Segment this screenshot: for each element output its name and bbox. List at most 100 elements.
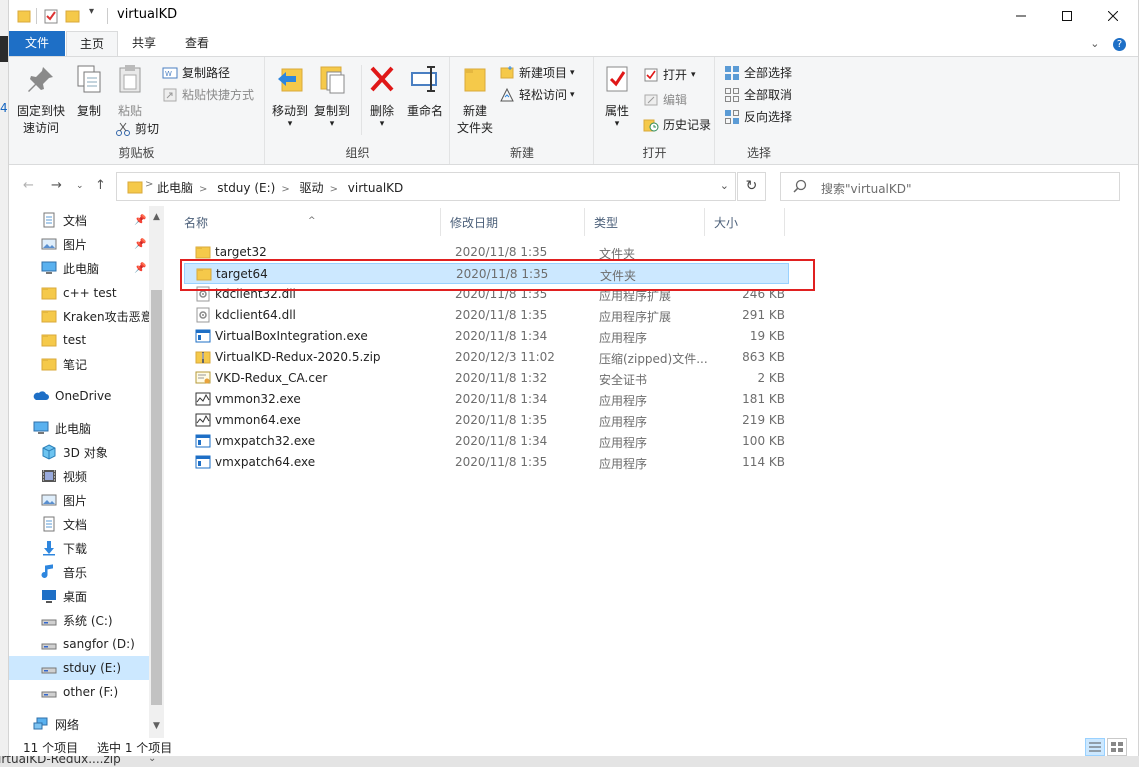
back-button[interactable]: ←	[23, 178, 34, 193]
address-dropdown-icon[interactable]: ⌄	[720, 179, 729, 192]
column-header-size[interactable]: 大小	[704, 212, 784, 237]
file-row[interactable]: VirtualBoxIntegration.exe 2020/11/8 1:34 应…	[184, 326, 789, 347]
search-input[interactable]: 搜索"virtualKD"	[821, 180, 912, 197]
nav-quick-access-item[interactable]: 此电脑 📌	[9, 256, 149, 280]
details-view-button[interactable]	[1085, 738, 1105, 756]
move-to-button[interactable]: 移动到 ▾	[270, 63, 310, 129]
delete-button[interactable]: 删除 ▾	[366, 63, 398, 129]
close-button[interactable]	[1090, 0, 1136, 31]
tab-file[interactable]: 文件	[9, 31, 65, 56]
invert-selection-button[interactable]: 反向选择	[724, 107, 792, 127]
help-icon[interactable]: ?	[1113, 38, 1126, 51]
nav-this-pc-item[interactable]: 下载	[9, 536, 149, 560]
window-title: virtualKD	[117, 7, 178, 22]
nav-quick-access-item[interactable]: 笔记	[9, 352, 149, 376]
nav-quick-access-item[interactable]: 文档 📌	[9, 208, 149, 232]
forward-button[interactable]: →	[51, 178, 62, 193]
rename-icon	[411, 66, 437, 92]
pin-icon[interactable]: 📌	[134, 215, 146, 226]
nav-this-pc-item[interactable]: 图片	[9, 488, 149, 512]
breadcrumb-this-pc[interactable]: 此电脑	[157, 181, 193, 195]
nav-onedrive[interactable]: OneDrive	[9, 384, 149, 408]
copy-path-button[interactable]: W 复制路径	[162, 63, 230, 83]
column-header-date[interactable]: 修改日期	[440, 212, 584, 237]
tab-home[interactable]: 主页	[66, 31, 118, 57]
properties-icon[interactable]	[43, 8, 59, 24]
scroll-down-icon[interactable]: ▼	[149, 721, 164, 731]
file-row[interactable]: kdclient64.dll 2020/11/8 1:35 应用程序扩展 291 KB	[184, 305, 789, 326]
open-button[interactable]: 打开 ▾	[643, 65, 696, 85]
file-row[interactable]: vmxpatch64.exe 2020/11/8 1:35 应用程序 114 KB	[184, 452, 789, 473]
breadcrumb-virtualkd[interactable]: virtualKD	[348, 181, 403, 195]
recent-locations-button[interactable]: ⌄	[76, 181, 84, 191]
new-item-button[interactable]: 新建项目 ▾	[499, 63, 575, 83]
tab-view[interactable]: 查看	[174, 31, 220, 56]
address-bar[interactable]: > 此电脑 > stduy (E:) > 驱动 > virtualKD ⌄	[116, 172, 736, 201]
pin-icon[interactable]: 📌	[134, 239, 146, 250]
copy-button[interactable]: 复制	[69, 63, 109, 120]
column-header-type[interactable]: 类型	[584, 212, 704, 237]
breadcrumb-drivers[interactable]: 驱动	[300, 181, 324, 195]
up-button[interactable]: ↑	[95, 178, 106, 193]
nav-item-label: 图片	[63, 493, 88, 508]
nav-quick-access-item[interactable]: c++ test	[9, 281, 149, 305]
select-all-button[interactable]: 全部选择	[724, 63, 792, 83]
nav-this-pc-item[interactable]: 3D 对象	[9, 440, 149, 464]
nav-network[interactable]: 网络	[9, 712, 149, 736]
nav-quick-access-item[interactable]: Kraken攻击恶意	[9, 304, 149, 328]
file-row[interactable]: vmxpatch32.exe 2020/11/8 1:34 应用程序 100 KB	[184, 431, 789, 452]
nav-scrollbar-thumb[interactable]	[151, 290, 162, 705]
pin-quick-access-button[interactable]: 固定到快 速访问	[15, 63, 67, 137]
pin-icon[interactable]: 📌	[134, 263, 146, 274]
nav-this-pc-item[interactable]: 系统 (C:)	[9, 608, 149, 632]
file-row[interactable]: VKD-Redux_CA.cer 2020/11/8 1:32 安全证书 2 KB	[184, 368, 789, 389]
edit-button[interactable]: 编辑	[643, 90, 687, 110]
nav-this-pc-item[interactable]: 音乐	[9, 560, 149, 584]
search-box[interactable]: 搜索"virtualKD"	[780, 172, 1120, 201]
select-none-button[interactable]: 全部取消	[724, 85, 792, 105]
qat-divider	[36, 8, 37, 24]
breadcrumb-drive-e[interactable]: stduy (E:)	[217, 181, 275, 195]
nav-this-pc-item[interactable]: stduy (E:)	[9, 656, 149, 680]
maximize-button[interactable]	[1044, 0, 1090, 31]
file-row[interactable]: VirtualKD-Redux-2020.5.zip 2020/12/3 11:0…	[184, 347, 789, 368]
qat-dropdown-icon[interactable]: ▾	[89, 6, 94, 22]
column-header-name[interactable]: ^ 名称	[174, 212, 440, 237]
taskbar-item-label[interactable]: irtualKD-Redux....zip	[0, 756, 121, 766]
new-folder-icon[interactable]	[65, 8, 81, 24]
nav-this-pc-item[interactable]: other (F:)	[9, 680, 149, 704]
column-separator[interactable]	[784, 208, 785, 236]
nav-this-pc-item[interactable]: 桌面	[9, 584, 149, 608]
copy-to-button[interactable]: 复制到 ▾	[312, 63, 352, 129]
refresh-button[interactable]: ↻	[737, 172, 766, 201]
rename-button[interactable]: 重命名	[402, 63, 448, 120]
paste-shortcut-button[interactable]: 粘贴快捷方式	[162, 85, 254, 105]
nav-this-pc-item[interactable]: 文档	[9, 512, 149, 536]
easy-access-button[interactable]: 轻松访问 ▾	[499, 85, 575, 105]
taskbar-dropdown-icon[interactable]: ⌄	[148, 756, 156, 764]
paste-button[interactable]: 粘贴	[110, 63, 150, 120]
nav-this-pc-item[interactable]: 视频	[9, 464, 149, 488]
file-size: 19 KB	[749, 329, 785, 343]
cube-icon	[42, 444, 56, 460]
nav-quick-access-item[interactable]: test	[9, 328, 149, 352]
new-folder-button[interactable]: 新建 文件夹	[455, 63, 495, 137]
ribbon-expand-icon[interactable]: ⌄	[1090, 37, 1099, 50]
large-icons-view-button[interactable]	[1107, 738, 1127, 756]
nav-item-label: 网络	[55, 717, 80, 732]
nav-item-label: test	[63, 333, 87, 347]
nav-quick-access-item[interactable]: 图片 📌	[9, 232, 149, 256]
file-row[interactable]: vmmon32.exe 2020/11/8 1:34 应用程序 181 KB	[184, 389, 789, 410]
scroll-up-icon[interactable]: ▲	[149, 212, 164, 222]
file-row[interactable]: vmmon64.exe 2020/11/8 1:35 应用程序 219 KB	[184, 410, 789, 431]
history-button[interactable]: 历史记录	[643, 115, 711, 135]
tab-share[interactable]: 共享	[121, 31, 167, 56]
nav-item-label: OneDrive	[55, 389, 112, 403]
minimize-button[interactable]	[998, 0, 1044, 31]
explorer-window: ▾ virtualKD 文件 主页 共享 查看 ⌄ ? 固定到快 速访问 复制 …	[8, 0, 1139, 756]
nav-this-pc[interactable]: 此电脑	[9, 416, 149, 440]
file-size: 219 KB	[742, 413, 785, 427]
properties-button[interactable]: 属性 ▾	[599, 63, 635, 129]
nav-this-pc-item[interactable]: sangfor (D:)	[9, 632, 149, 656]
cut-button[interactable]: 剪切	[115, 119, 159, 139]
